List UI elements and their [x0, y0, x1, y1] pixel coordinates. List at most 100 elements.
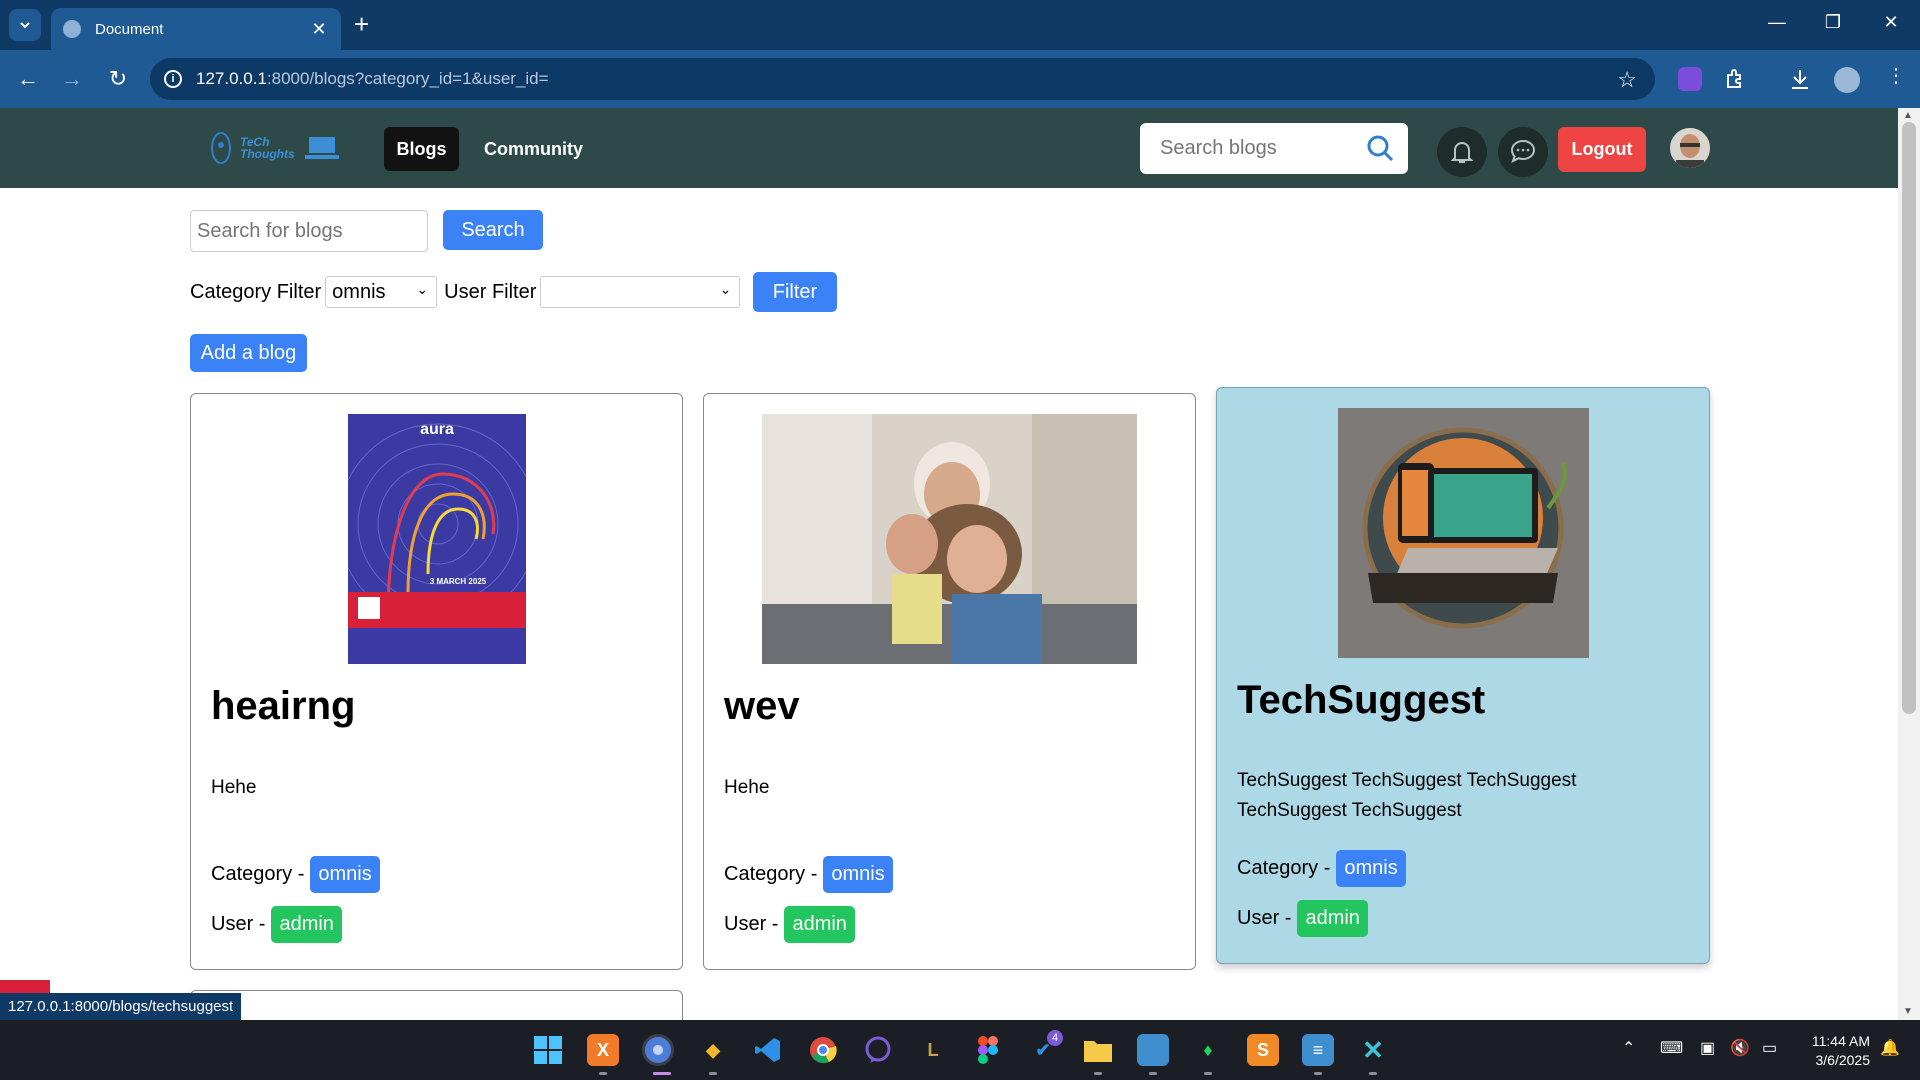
figma-icon[interactable]: [972, 1034, 1004, 1066]
reload-button[interactable]: ↻: [104, 66, 132, 92]
filter-button[interactable]: Filter: [753, 272, 837, 312]
notepad-icon[interactable]: ≡: [1302, 1034, 1334, 1066]
notification-bell-icon[interactable]: 🔔: [1880, 1038, 1900, 1058]
blog-card-category: Category - omnis: [724, 856, 893, 893]
terminal-app-icon[interactable]: ♦: [1192, 1034, 1224, 1066]
scroll-down-icon[interactable]: ▼: [1903, 1006, 1913, 1017]
add-blog-button[interactable]: Add a blog: [190, 334, 307, 372]
category-badge[interactable]: omnis: [1336, 850, 1406, 887]
blog-card-description: Hehe: [211, 777, 257, 798]
chrome-icon[interactable]: [807, 1034, 839, 1066]
blog-card-title: TechSuggest: [1237, 678, 1486, 722]
restore-button[interactable]: ❐: [1818, 12, 1848, 33]
user-badge[interactable]: admin: [784, 906, 855, 943]
category-filter-label: Category Filter: [190, 280, 322, 303]
battery-icon[interactable]: ▭: [1762, 1038, 1777, 1058]
navbar-search-input[interactable]: [1160, 137, 1360, 160]
viber-icon[interactable]: [862, 1034, 894, 1066]
network-icon[interactable]: ▣: [1700, 1038, 1715, 1058]
minimize-button[interactable]: —: [1762, 12, 1792, 33]
profile-avatar[interactable]: [1834, 67, 1860, 93]
system-clock[interactable]: 11:44 AM 3/6/2025: [1800, 1032, 1870, 1070]
blog-card[interactable]: aura 3 MARCH 2025 heairng Hehe Category …: [190, 393, 683, 970]
navbar-search-field[interactable]: [1140, 123, 1408, 174]
address-bar[interactable]: i 127.0.0.1:8000/blogs?category_id=1&use…: [150, 58, 1655, 100]
blog-card[interactable]: wev Hehe Category - omnis User - admin: [703, 393, 1196, 970]
chevron-down-icon: ⌄: [416, 281, 429, 297]
tray-overflow-icon[interactable]: ⌃: [1622, 1038, 1635, 1058]
blog-card-user: User - admin: [1237, 900, 1368, 937]
search-button[interactable]: Search: [443, 210, 543, 250]
nav-blogs-link[interactable]: Blogs: [384, 127, 459, 171]
logout-button[interactable]: Logout: [1558, 127, 1646, 172]
user-avatar[interactable]: [1670, 128, 1710, 168]
blog-card-user: User - admin: [724, 906, 855, 943]
head-logo-icon: [211, 132, 231, 164]
page-corner-element: [0, 980, 50, 993]
close-window-button[interactable]: ✕: [1876, 12, 1906, 33]
league-icon[interactable]: L: [917, 1034, 949, 1066]
volume-muted-icon[interactable]: 🔇: [1730, 1038, 1750, 1058]
blog-card-image: [1338, 408, 1589, 658]
puzzle-extensions-icon[interactable]: [1724, 67, 1748, 96]
menu-kebab-icon[interactable]: ⋮: [1886, 63, 1906, 88]
forward-button[interactable]: →: [58, 66, 86, 92]
chat-bubble-icon: [1510, 139, 1536, 163]
site-logo[interactable]: TeCh Thoughts: [210, 130, 346, 166]
windows-start-icon[interactable]: [532, 1034, 564, 1066]
app-icon[interactable]: ◆: [697, 1034, 729, 1066]
extension-icon[interactable]: [1678, 67, 1702, 91]
tab-title: Document: [95, 20, 164, 38]
user-filter-select[interactable]: ⌄: [540, 276, 741, 308]
browser-tab-strip: Document ✕ + — ❐ ✕: [0, 0, 1920, 50]
notifications-button[interactable]: [1437, 127, 1487, 177]
site-info-icon[interactable]: i: [164, 70, 182, 88]
blog-card[interactable]: TechSuggest TechSuggest TechSuggest Tech…: [1216, 387, 1710, 964]
user-filter-label: User Filter: [444, 280, 537, 303]
blog-card-description: TechSuggest TechSuggest TechSuggest Tech…: [1237, 770, 1577, 821]
scrollbar-thumb[interactable]: [1902, 122, 1916, 714]
svg-text:3 MARCH 2025: 3 MARCH 2025: [430, 577, 487, 586]
page-scrollbar[interactable]: ▲ ▼: [1898, 108, 1920, 1020]
messages-button[interactable]: [1498, 127, 1548, 177]
os-taskbar: X ◆ L ✔ 4 ♦ S ≡ ✕ ⌃ ⌨ ▣ 🔇 ▭ 11:44 AM 3/6…: [0, 1020, 1920, 1080]
xampp-icon[interactable]: X: [587, 1034, 619, 1066]
nav-community-link[interactable]: Community: [484, 139, 583, 160]
filter-row: Category Filter omnis ⌄ User Filter ⌄: [190, 272, 741, 312]
vscode-icon[interactable]: [752, 1034, 784, 1066]
blog-card-description: Hehe: [724, 777, 770, 798]
blog-card-title: heairng: [211, 684, 356, 728]
blog-card-image: [762, 414, 1137, 664]
bookmark-star-icon[interactable]: ☆: [1617, 67, 1637, 93]
download-icon[interactable]: [1788, 67, 1812, 96]
keyboard-icon[interactable]: ⌨: [1660, 1038, 1683, 1058]
url-text: 127.0.0.1:8000/blogs?category_id=1&user_…: [196, 69, 549, 88]
bell-icon: [1450, 142, 1474, 163]
browser-toolbar: ← → ↻ i 127.0.0.1:8000/blogs?category_id…: [0, 50, 1920, 108]
sublime-text-icon[interactable]: S: [1247, 1034, 1279, 1066]
search-icon[interactable]: [1366, 134, 1394, 162]
x-app-icon[interactable]: ✕: [1357, 1034, 1389, 1066]
chrome-dev-icon[interactable]: [642, 1034, 674, 1066]
category-badge[interactable]: omnis: [823, 856, 893, 893]
laptop-logo-icon: [304, 137, 339, 159]
user-badge[interactable]: admin: [271, 906, 342, 943]
category-badge[interactable]: omnis: [310, 856, 380, 893]
svg-text:aura: aura: [420, 421, 454, 438]
browser-tab[interactable]: Document ✕: [51, 8, 341, 50]
new-tab-button[interactable]: +: [354, 11, 369, 37]
tab-search-button[interactable]: [9, 9, 41, 41]
category-filter-select[interactable]: omnis ⌄: [325, 276, 438, 308]
control-panel-icon[interactable]: [1137, 1034, 1169, 1066]
blog-card-image: aura 3 MARCH 2025: [348, 414, 526, 664]
file-explorer-icon[interactable]: [1082, 1034, 1114, 1066]
scroll-up-icon[interactable]: ▲: [1903, 110, 1913, 121]
user-badge[interactable]: admin: [1297, 900, 1368, 937]
link-status-bar: 127.0.0.1:8000/blogs/techsuggest: [0, 993, 242, 1020]
back-button[interactable]: ←: [14, 66, 42, 92]
close-tab-icon[interactable]: ✕: [309, 19, 329, 40]
blog-card-category: Category - omnis: [211, 856, 380, 893]
blog-card-user: User - admin: [211, 906, 342, 943]
blog-card-category: Category - omnis: [1237, 850, 1406, 887]
blog-search-input[interactable]: [190, 210, 428, 252]
